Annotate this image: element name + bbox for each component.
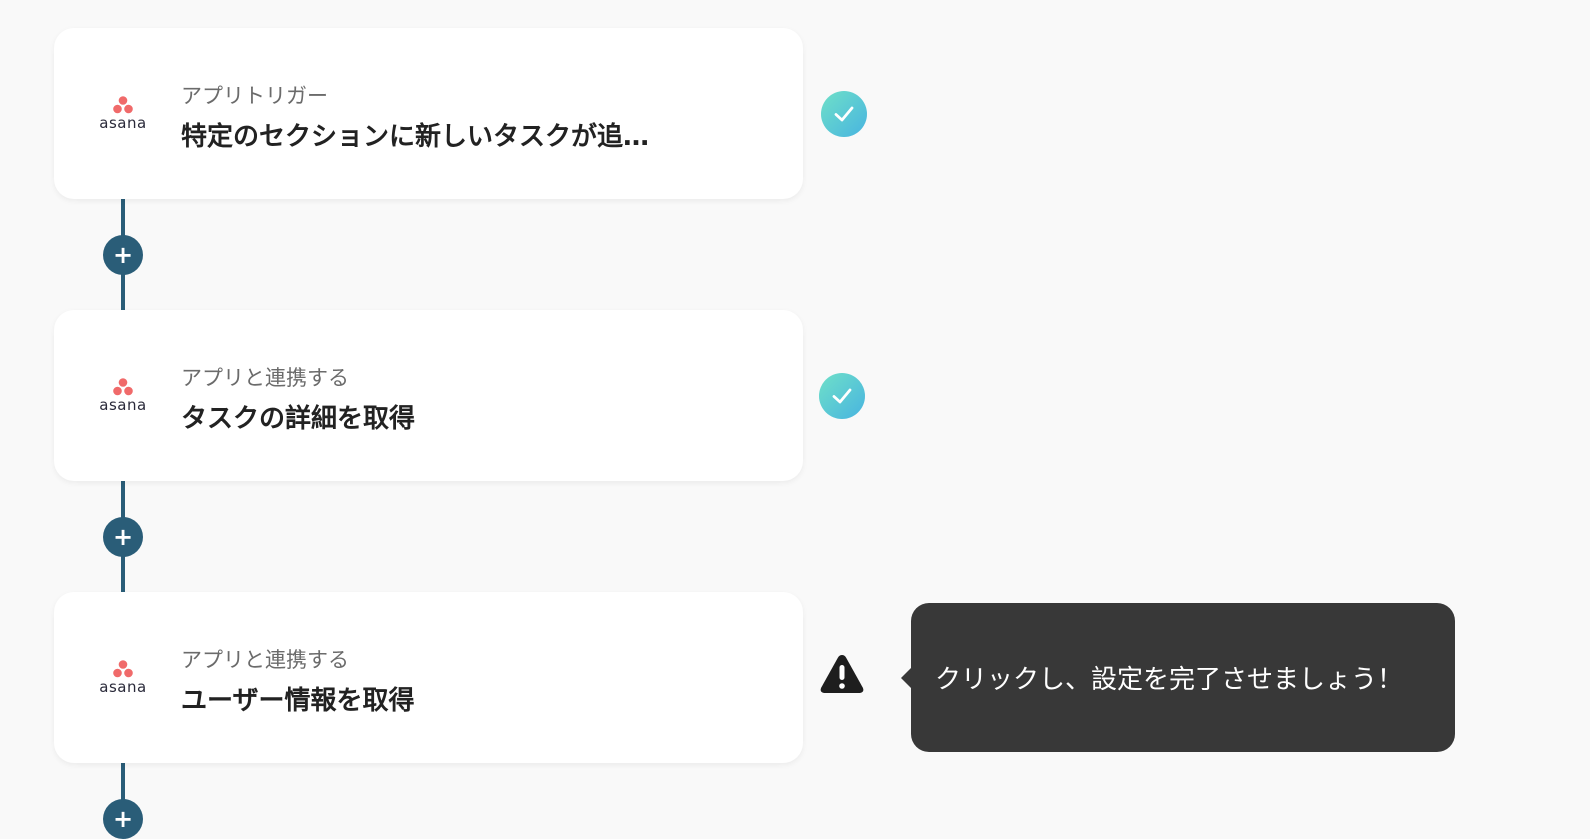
step-card-trigger[interactable]: asana アプリトリガー 特定のセクションに新しいタスクが追… bbox=[54, 28, 803, 199]
step-card-get-task-details[interactable]: asana アプリと連携する タスクの詳細を取得 bbox=[54, 310, 803, 481]
asana-logo-text: asana bbox=[99, 396, 147, 414]
plus-icon: + bbox=[112, 523, 134, 551]
step-title: 特定のセクションに新しいタスクが追… bbox=[181, 122, 650, 152]
asana-logo-icon: asana bbox=[92, 660, 154, 700]
step-type-label: アプリと連携する bbox=[181, 366, 349, 390]
step-title: タスクの詳細を取得 bbox=[181, 404, 416, 434]
plus-icon: + bbox=[112, 241, 134, 269]
check-icon bbox=[819, 373, 865, 419]
step-title: ユーザー情報を取得 bbox=[181, 686, 415, 716]
setup-tooltip: クリックし、設定を完了させましょう！ bbox=[901, 603, 1455, 752]
asana-logo-text: asana bbox=[99, 114, 147, 132]
plus-icon: + bbox=[112, 805, 134, 833]
step-card-get-user-info[interactable]: asana アプリと連携する ユーザー情報を取得 bbox=[54, 592, 803, 763]
step-type-label: アプリトリガー bbox=[181, 84, 328, 108]
add-step-button[interactable]: + bbox=[103, 517, 143, 557]
step-type-label: アプリと連携する bbox=[181, 648, 349, 672]
asana-logo-icon: asana bbox=[92, 378, 154, 418]
asana-logo-icon: asana bbox=[92, 96, 154, 136]
add-step-button[interactable]: + bbox=[103, 235, 143, 275]
asana-logo-text: asana bbox=[99, 678, 147, 696]
check-icon bbox=[821, 91, 867, 137]
tooltip-text: クリックし、設定を完了させましょう！ bbox=[935, 665, 1404, 695]
warning-icon bbox=[818, 652, 866, 696]
add-step-button[interactable]: + bbox=[103, 799, 143, 839]
